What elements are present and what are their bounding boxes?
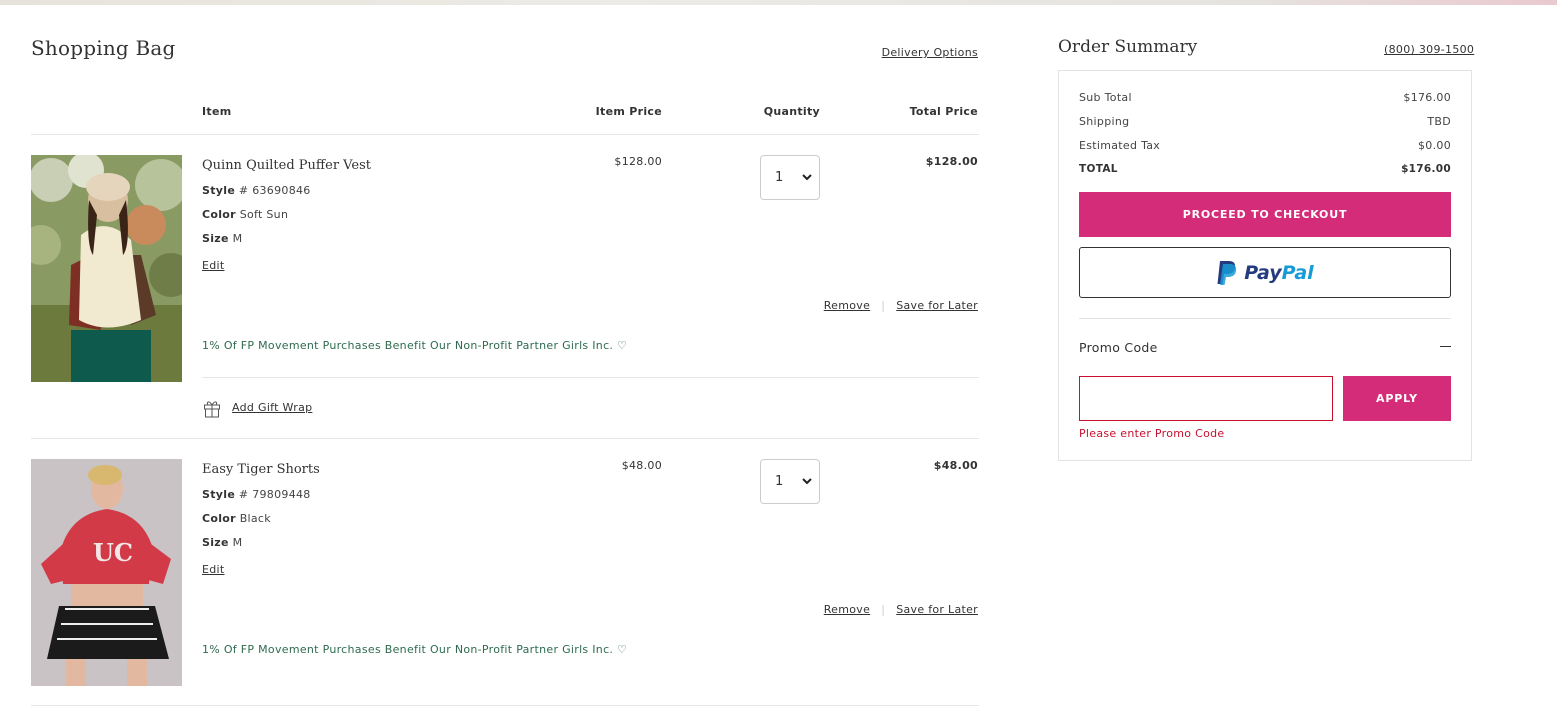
total-row: TOTAL $176.00: [1079, 163, 1451, 175]
product-style: Style # 79809448: [202, 488, 311, 501]
product-name[interactable]: Easy Tiger Shorts: [202, 462, 320, 477]
item-divider: [31, 438, 979, 439]
column-header-item-price: Item Price: [595, 105, 662, 118]
paypal-wordmark: PayPal: [1244, 261, 1314, 284]
tax-value: $0.00: [1418, 139, 1451, 152]
gift-icon: [204, 401, 220, 418]
paypal-logo-icon: [1217, 260, 1237, 285]
size-label: Size: [202, 232, 229, 245]
subtotal-value: $176.00: [1403, 91, 1451, 104]
item-divider: [31, 705, 979, 706]
promo-code-input[interactable]: [1079, 376, 1333, 421]
apply-button[interactable]: APPLY: [1343, 376, 1451, 421]
separator: |: [881, 299, 886, 312]
column-header-quantity: Quantity: [763, 105, 820, 118]
tax-label: Estimated Tax: [1079, 139, 1161, 152]
subtotal-label: Sub Total: [1079, 91, 1132, 104]
collapse-minus-icon[interactable]: [1440, 346, 1451, 347]
add-gift-wrap-label[interactable]: Add Gift Wrap: [232, 401, 312, 414]
style-value: # 79809448: [238, 488, 311, 501]
charity-message: 1% Of FP Movement Purchases Benefit Our …: [202, 339, 628, 352]
color-label: Color: [202, 512, 236, 525]
item-actions: Remove | Save for Later: [824, 603, 978, 616]
quantity-value: 1: [775, 474, 784, 489]
svg-text:UC: UC: [93, 538, 133, 567]
edit-link[interactable]: Edit: [202, 563, 225, 576]
total-value: $176.00: [1401, 163, 1451, 175]
total-price: $128.00: [925, 155, 978, 168]
quantity-value: 1: [775, 170, 784, 185]
charity-message: 1% Of FP Movement Purchases Benefit Our …: [202, 643, 628, 656]
item-price: $48.00: [621, 459, 662, 472]
chevron-down-icon: [802, 174, 812, 181]
size-label: Size: [202, 536, 229, 549]
color-value: Black: [239, 512, 271, 525]
product-name[interactable]: Quinn Quilted Puffer Vest: [202, 158, 371, 173]
product-color: Color Black: [202, 512, 271, 525]
remove-link[interactable]: Remove: [824, 603, 870, 616]
color-label: Color: [202, 208, 236, 221]
quantity-select[interactable]: 1: [760, 155, 820, 200]
save-for-later-link[interactable]: Save for Later: [896, 299, 978, 312]
product-size: Size M: [202, 232, 242, 245]
tax-row: Estimated Tax $0.00: [1079, 139, 1451, 152]
product-style: Style # 63690846: [202, 184, 311, 197]
separator: |: [881, 603, 886, 616]
chevron-down-icon: [802, 478, 812, 485]
shipping-row: Shipping TBD: [1079, 115, 1451, 128]
item-divider: [202, 377, 979, 378]
edit-link[interactable]: Edit: [202, 259, 225, 272]
style-label: Style: [202, 488, 236, 501]
proceed-to-checkout-button[interactable]: PROCEED TO CHECKOUT: [1079, 192, 1451, 237]
item-actions: Remove | Save for Later: [824, 299, 978, 312]
size-value: M: [232, 232, 243, 245]
subtotal-row: Sub Total $176.00: [1079, 91, 1451, 104]
summary-divider: [1079, 318, 1451, 319]
style-value: # 63690846: [238, 184, 311, 197]
order-summary-title: Order Summary: [1058, 37, 1198, 57]
item-price: $128.00: [614, 155, 662, 168]
promo-code-label[interactable]: Promo Code: [1079, 340, 1158, 355]
delivery-options-link[interactable]: Delivery Options: [882, 46, 978, 59]
phone-link[interactable]: (800) 309-1500: [1384, 43, 1474, 56]
style-label: Style: [202, 184, 236, 197]
page-title: Shopping Bag: [31, 36, 176, 60]
product-image[interactable]: [31, 155, 182, 382]
column-header-item: Item: [202, 105, 232, 118]
shipping-label: Shipping: [1079, 115, 1130, 128]
paypal-button[interactable]: PayPal: [1079, 247, 1451, 298]
color-value: Soft Sun: [239, 208, 289, 221]
product-image[interactable]: UC: [31, 459, 182, 686]
product-size: Size M: [202, 536, 242, 549]
remove-link[interactable]: Remove: [824, 299, 870, 312]
column-header-total-price: Total Price: [909, 105, 978, 118]
promo-error-message: Please enter Promo Code: [1079, 427, 1225, 440]
top-banner-strip: [0, 0, 1557, 5]
save-for-later-link[interactable]: Save for Later: [896, 603, 978, 616]
size-value: M: [232, 536, 243, 549]
header-divider: [31, 134, 979, 135]
total-price: $48.00: [933, 459, 978, 472]
product-color: Color Soft Sun: [202, 208, 288, 221]
total-label: TOTAL: [1079, 163, 1118, 175]
shipping-value: TBD: [1427, 115, 1451, 128]
quantity-select[interactable]: 1: [760, 459, 820, 504]
